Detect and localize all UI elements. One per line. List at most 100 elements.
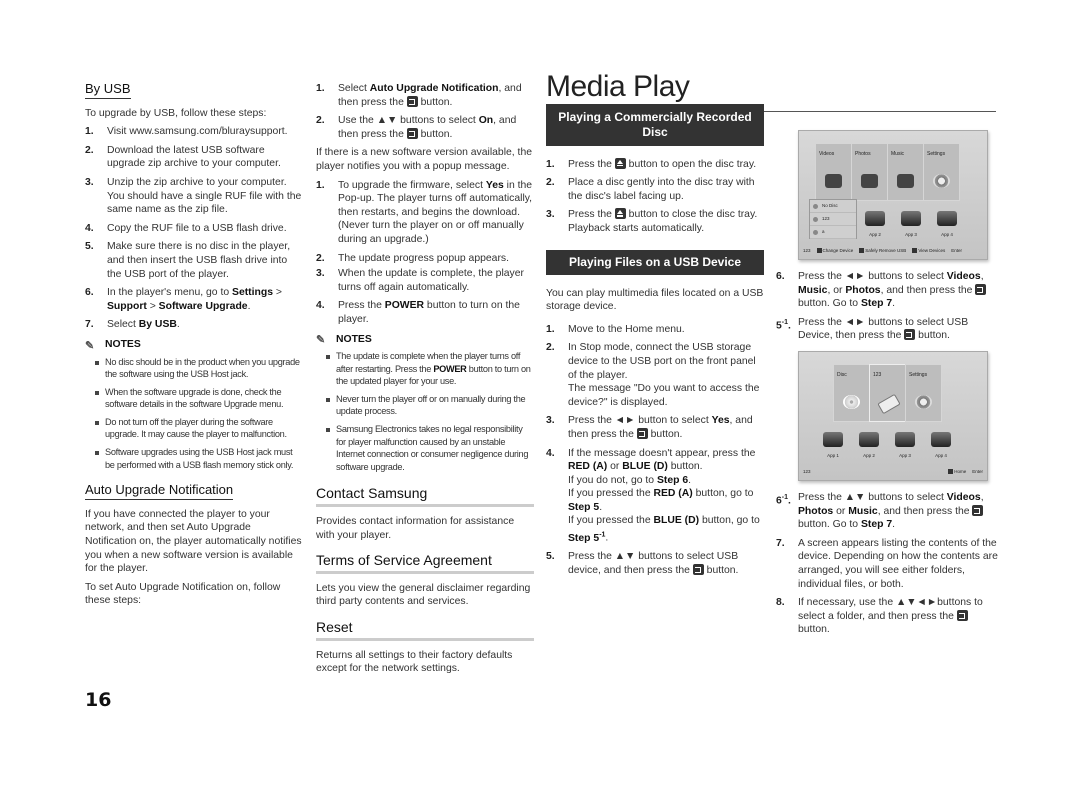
settings-tile: Settings xyxy=(905,363,942,422)
list-item: 6-1. Press the ▲▼ buttons to select Video… xyxy=(776,491,984,531)
device-popup: No Disc 123 a xyxy=(809,199,857,239)
note-item: When the software upgrade is done, check… xyxy=(95,386,303,411)
enter-button-icon xyxy=(636,427,648,439)
usb-steps: 1. Move to the Home menu. 2. In Stop mode,… xyxy=(546,323,764,578)
app-icon xyxy=(823,431,843,447)
list-item: 2. The update progress popup appears. xyxy=(316,252,509,264)
camera-icon xyxy=(861,174,878,188)
firmware-steps: 1. To upgrade the firmware, select Yes in… xyxy=(316,179,534,327)
column-1: By USB To upgrade by USB, follow these s… xyxy=(85,82,303,613)
by-usb-heading: By USB xyxy=(85,82,131,99)
enter-button-icon xyxy=(972,504,984,516)
photos-tile: Photos xyxy=(851,143,888,201)
usb-device-screen-figure: Disc 123 Settings App 1 App 2 App 3 App … xyxy=(798,350,988,481)
terms-heading: Terms of Service Agreement xyxy=(316,553,534,574)
list-item: 6. In the player's menu, go to Settings >… xyxy=(85,287,282,312)
list-item: 2. Place a disc gently into the disc tray… xyxy=(546,177,755,202)
page-title: Media Play xyxy=(546,70,690,103)
disc-section-banner: Playing a Commercially Recorded Disc xyxy=(546,103,764,146)
list-item: 2. Use the ▲▼ buttons to select On, and t… xyxy=(316,115,517,140)
screen-status-bar: 123 Change Device Safely Remove USB View… xyxy=(803,247,963,254)
by-usb-steps: 1. Visit www.samsung.com/bluraysupport. 2… xyxy=(85,125,303,332)
app-icon xyxy=(931,431,951,447)
note-item: Software upgrades using the USB Host jac… xyxy=(95,446,303,471)
contact-samsung-text: Provides contact information for assista… xyxy=(316,516,515,541)
notes-list: The update is complete when the player t… xyxy=(326,350,534,473)
video-camera-icon xyxy=(825,174,842,188)
pencil-icon: ✎ xyxy=(316,334,326,347)
app-icon xyxy=(901,211,921,226)
enter-button-icon xyxy=(904,329,916,341)
note-item: Never turn the player off or on manually… xyxy=(326,393,534,418)
list-item: 1. To upgrade the firmware, select Yes in… xyxy=(316,179,533,245)
eject-button-icon xyxy=(614,157,626,169)
page-number: 16 xyxy=(85,689,112,711)
enter-button-icon xyxy=(406,127,418,139)
enter-button-icon xyxy=(406,95,418,107)
list-item: 3. When the update is complete, the playe… xyxy=(316,268,524,293)
list-item: 4. Press the POWER button to turn on the … xyxy=(316,300,520,325)
settings-tile: Settings xyxy=(923,143,960,201)
usb-tile: 123 xyxy=(869,363,906,422)
eject-button-icon xyxy=(614,208,626,220)
popup-info: If there is a new software version avail… xyxy=(316,147,533,172)
contact-samsung-heading: Contact Samsung xyxy=(316,487,534,508)
auto-upgrade-heading: Auto Upgrade Notification xyxy=(85,483,234,500)
list-item: 3. Press the ◄► button to select Yes, and… xyxy=(546,415,753,440)
app-icon xyxy=(865,211,885,226)
disc-icon xyxy=(843,394,860,409)
screen-status-bar: 123 Home Enter xyxy=(803,468,983,474)
list-item: 2. In Stop mode, connect the USB storage … xyxy=(546,342,760,408)
disc-tile: Disc xyxy=(833,363,870,422)
reset-heading: Reset xyxy=(316,620,534,641)
list-item: 4. If the message doesn't appear, press … xyxy=(546,447,760,544)
notes-heading: ✎ NOTES xyxy=(316,333,372,347)
note-item: No disc should be in the product when yo… xyxy=(95,356,303,381)
disc-steps: 1. Press the button to open the disc tray… xyxy=(546,157,764,236)
list-item: 4. Copy the RUF file to a USB flash drive… xyxy=(85,222,287,234)
usb-intro: You can play multimedia files located on… xyxy=(546,287,764,313)
home-screen-figure: Videos Photos Music Settings No Disc 123… xyxy=(798,130,988,260)
list-item: 3. Press the button to close the disc tra… xyxy=(546,208,758,234)
music-tile: Music xyxy=(887,143,924,201)
by-usb-intro: To upgrade by USB, follow these steps: xyxy=(85,107,267,119)
usb-section-banner: Playing Files on a USB Device xyxy=(546,249,764,275)
app-icon xyxy=(937,211,957,226)
list-item: 1. Select Auto Upgrade Notification, and … xyxy=(316,83,522,108)
terms-text: Lets you view the general disclaimer reg… xyxy=(316,582,531,608)
auto-upgrade-text: If you have connected the player to your… xyxy=(85,508,302,575)
list-item: 1. Move to the Home menu. xyxy=(546,323,685,335)
auto-upgrade-steps: 1. Select Auto Upgrade Notification, and … xyxy=(316,82,534,141)
list-item: 5-1. Press the ◄► buttons to select USB D… xyxy=(776,316,969,342)
list-item: 6. Press the ◄► buttons to select Videos,… xyxy=(776,270,998,311)
column-2: 1. Select Auto Upgrade Notification, and … xyxy=(316,82,534,681)
list-item: 5. Make sure there is no disc in the play… xyxy=(85,241,291,280)
list-item: 1. Press the button to open the disc tray… xyxy=(546,157,757,170)
notes-list: No disc should be in the product when yo… xyxy=(95,356,303,472)
auto-upgrade-instructions: To set Auto Upgrade Notification on, fol… xyxy=(85,581,281,607)
gear-icon xyxy=(915,394,932,409)
note-item: Do not turn off the player during the so… xyxy=(95,416,303,441)
notes-heading: ✎ NOTES xyxy=(85,338,141,352)
app-icon xyxy=(859,431,879,447)
usb-drive-icon xyxy=(877,393,901,415)
enter-button-icon xyxy=(956,609,968,621)
gear-icon xyxy=(933,174,950,188)
list-item: 3. Unzip the zip archive to your computer… xyxy=(85,176,302,216)
note-item: The update is complete when the player t… xyxy=(326,350,534,388)
column-3: Media Play Playing a Commercially Record… xyxy=(546,70,764,582)
enter-button-icon xyxy=(975,283,987,295)
list-item: 7. A screen appears listing the contents … xyxy=(776,537,998,590)
app-icon xyxy=(895,431,915,447)
pencil-icon: ✎ xyxy=(85,339,95,352)
reset-text: Returns all settings to their factory de… xyxy=(316,649,513,675)
list-item: 1. Visit www.samsung.com/bluraysupport. xyxy=(85,126,288,138)
column-4: Videos Photos Music Settings No Disc 123… xyxy=(776,130,998,642)
list-item: 8. If necessary, use the ▲▼◄►buttons to s… xyxy=(776,597,983,636)
videos-tile: Videos xyxy=(815,143,852,201)
usb-steps-continued: 6. Press the ◄► buttons to select Videos,… xyxy=(776,270,998,343)
list-item: 2. Download the latest USB software upgra… xyxy=(85,144,281,170)
list-item: 7. Select By USB. xyxy=(85,319,180,331)
note-item: Samsung Electronics takes no legal respo… xyxy=(326,423,534,473)
enter-button-icon xyxy=(692,563,704,575)
